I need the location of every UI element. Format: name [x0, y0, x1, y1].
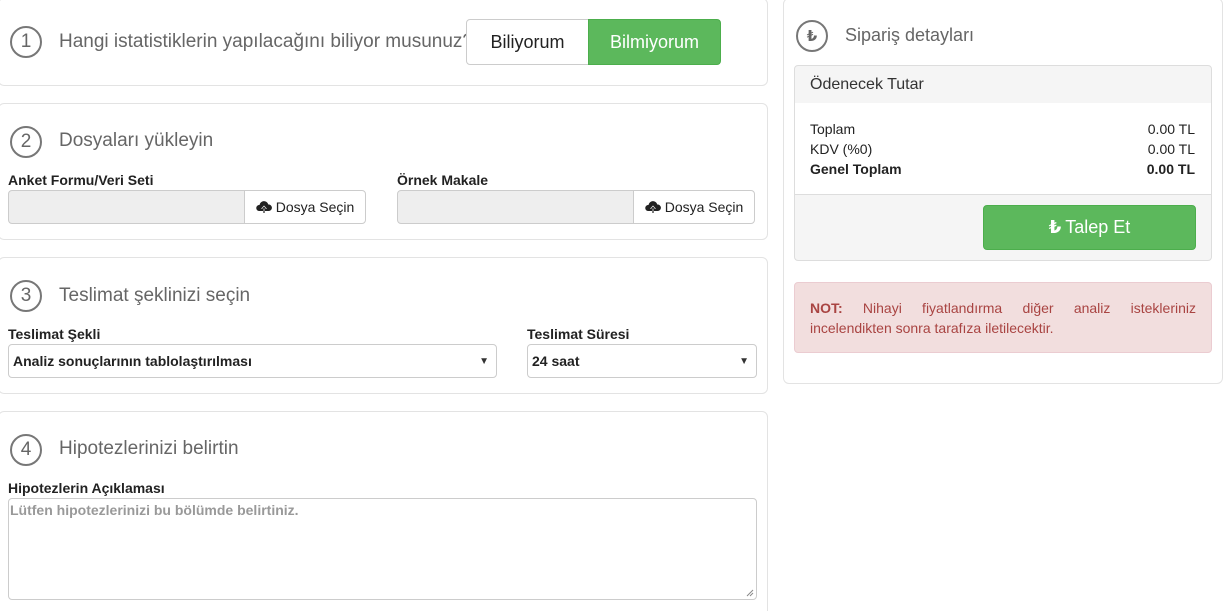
chevron-down-icon: ▼: [739, 356, 749, 367]
step2-number: 2: [10, 126, 42, 158]
dataset-choose-file-label: Dosya Seçin: [275, 199, 355, 215]
note-text: Nihayi fiyatlandırma diğer analiz istekl…: [810, 300, 1196, 336]
vat-value: 0.00 TL: [1147, 141, 1195, 157]
know-stats-button[interactable]: Biliyorum: [466, 19, 589, 65]
dataset-label: Anket Formu/Veri Seti: [8, 172, 154, 188]
lira-icon: ₺: [796, 20, 828, 52]
delivery-method-select[interactable]: Analiz sonuçlarının tablolaştırılması ▼: [8, 344, 497, 378]
delivery-method-value: Analiz sonuçlarının tablolaştırılması: [13, 353, 252, 369]
grand-total-row: Genel Toplam 0.00 TL: [810, 161, 1195, 177]
hypotheses-placeholder: Lütfen hipotezlerinizi bu bölümde belirt…: [10, 502, 299, 518]
chevron-down-icon: ▼: [479, 356, 489, 367]
dataset-file-input[interactable]: [8, 190, 245, 224]
delivery-duration-label: Teslimat Süresi: [527, 326, 630, 342]
subtotal-value: 0.00 TL: [1147, 121, 1195, 137]
article-file-input[interactable]: [397, 190, 634, 224]
amount-breakdown: Toplam 0.00 TL KDV (%0) 0.00 TL Genel To…: [794, 103, 1212, 195]
delivery-method-label: Teslimat Şekli: [8, 326, 101, 342]
dataset-choose-file-button[interactable]: Dosya Seçin: [244, 190, 366, 224]
order-title: Sipariş detayları: [845, 25, 975, 45]
subtotal-row: Toplam 0.00 TL: [810, 121, 1195, 137]
step4-title: Hipotezlerinizi belirtin: [59, 438, 239, 459]
hypotheses-label: Hipotezlerin Açıklaması: [8, 480, 165, 496]
delivery-duration-select[interactable]: 24 saat ▼: [527, 344, 757, 378]
note-prefix: NOT:: [810, 300, 843, 316]
amount-header-text: Ödenecek Tutar: [810, 75, 924, 93]
step1-question: Hangi istatistiklerin yapılacağını biliy…: [59, 31, 473, 52]
amount-header: Ödenecek Tutar: [794, 65, 1212, 104]
lira-icon: ₺: [1048, 217, 1062, 237]
article-choose-file-label: Dosya Seçin: [664, 199, 744, 215]
delivery-duration-value: 24 saat: [532, 353, 580, 369]
dont-know-stats-button[interactable]: Bilmiyorum: [588, 19, 721, 65]
step2-title: Dosyaları yükleyin: [59, 130, 214, 151]
vat-label: KDV (%0): [810, 141, 873, 157]
cloud-upload-icon: [644, 201, 661, 213]
request-button-label: Talep Et: [1065, 217, 1131, 237]
step4-number: 4: [10, 434, 42, 466]
cloud-upload-icon: [255, 201, 272, 213]
subtotal-label: Toplam: [810, 121, 856, 137]
step1-number: 1: [10, 26, 42, 58]
step3-title: Teslimat şeklinizi seçin: [59, 285, 251, 306]
step3-number: 3: [10, 280, 42, 312]
request-button[interactable]: ₺ Talep Et: [983, 205, 1196, 250]
grand-total-value: 0.00 TL: [1146, 161, 1195, 177]
pricing-note: NOT: Nihayi fiyatlandırma diğer analiz i…: [794, 282, 1212, 353]
vat-row: KDV (%0) 0.00 TL: [810, 141, 1195, 157]
grand-total-label: Genel Toplam: [810, 161, 902, 177]
article-label: Örnek Makale: [397, 172, 489, 188]
resize-handle-icon[interactable]: [746, 589, 754, 597]
hypotheses-textarea[interactable]: Lütfen hipotezlerinizi bu bölümde belirt…: [8, 498, 757, 600]
article-choose-file-button[interactable]: Dosya Seçin: [633, 190, 755, 224]
